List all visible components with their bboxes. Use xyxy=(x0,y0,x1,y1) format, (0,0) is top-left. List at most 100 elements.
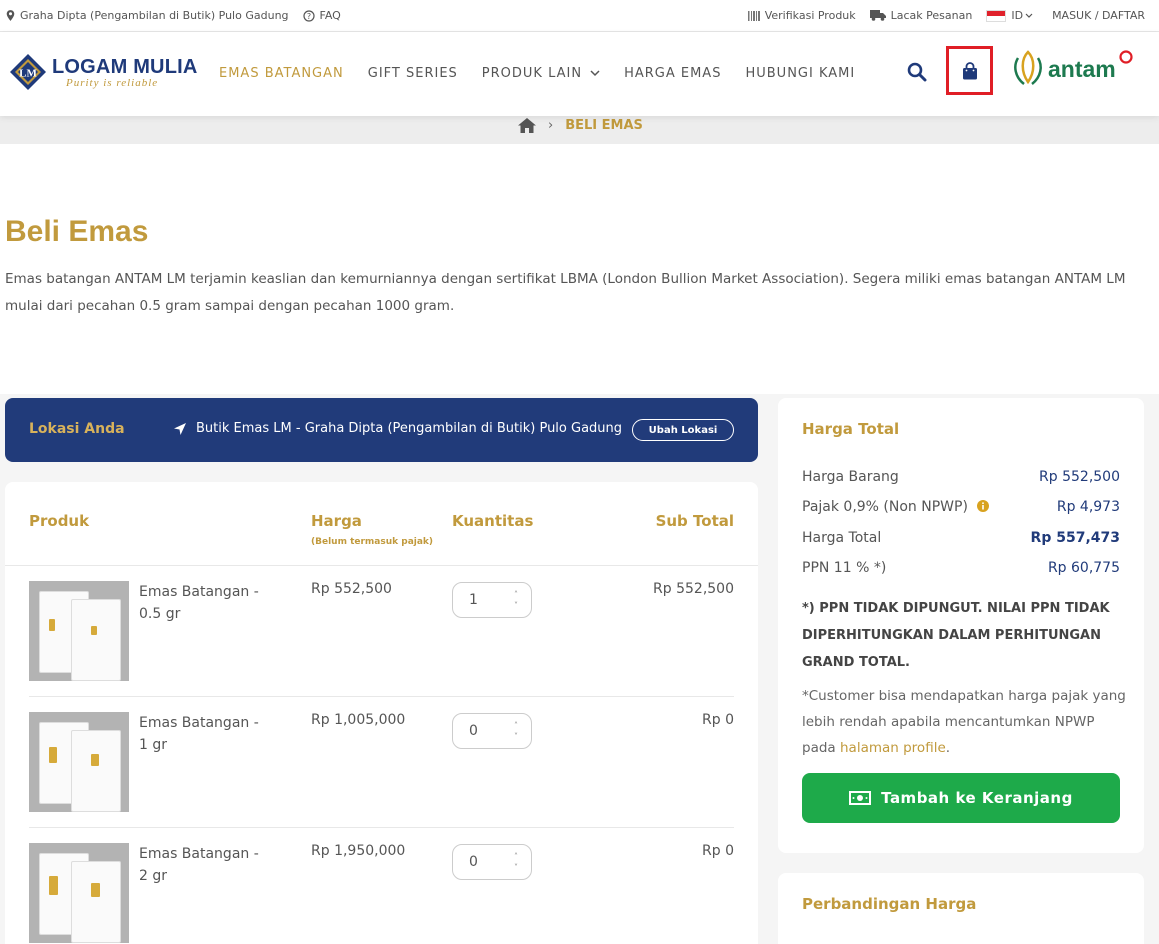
chevron-up-icon[interactable]: ˄ xyxy=(511,589,521,600)
nav-produk-lain-label: PRODUK LAIN xyxy=(481,66,583,81)
breadcrumb-current: BELI EMAS xyxy=(565,117,643,133)
nav-harga-emas[interactable]: HARGA EMAS xyxy=(624,66,721,81)
chevron-down-icon xyxy=(590,70,600,77)
product-image xyxy=(29,843,129,943)
product-price: Rp 1,005,000 xyxy=(311,712,406,728)
add-to-cart-button[interactable]: Tambah ke Keranjang xyxy=(802,773,1120,823)
product-image xyxy=(29,712,129,812)
breadcrumb-bar: › BELI EMAS xyxy=(0,116,1159,144)
lm-badge-icon: LM xyxy=(8,52,48,92)
quantity-stepper[interactable]: 1 ˄ ˅ xyxy=(452,582,532,618)
faq-label: FAQ xyxy=(319,9,341,22)
map-pin-icon xyxy=(6,10,15,21)
chevron-up-icon[interactable]: ˄ xyxy=(511,851,521,862)
top-bar: Graha Dipta (Pengambilan di Butik) Pulo … xyxy=(0,0,1159,32)
info-icon[interactable] xyxy=(977,500,990,512)
pajak-label: Pajak 0,9% (Non NPWP) xyxy=(802,499,968,515)
truck-icon xyxy=(869,10,886,21)
quantity-stepper[interactable]: 0 ˄ ˅ xyxy=(452,844,532,880)
table-row: Emas Batangan - 2 gr Rp 1,950,000 0 ˄ ˅ R… xyxy=(29,828,734,944)
summary-row-ppn: PPN 11 % *) Rp 60,775 xyxy=(802,560,1120,576)
summary-title: Harga Total xyxy=(802,420,900,438)
npwp-note: *Customer bisa mendapatkan harga pajak y… xyxy=(802,683,1132,761)
price-summary-panel: Harga Total Harga Barang Rp 552,500 Paja… xyxy=(778,398,1144,853)
col-harga-note: (Belum termasuk pajak) xyxy=(311,537,434,547)
main-header: LM LOGAM MULIA Purity is reliable EMAS B… xyxy=(0,32,1159,116)
page-title: Beli Emas xyxy=(5,215,149,248)
table-row: Emas Batangan - 1 gr Rp 1,005,000 0 ˄ ˅ R… xyxy=(29,697,734,828)
quantity-value: 1 xyxy=(469,592,478,608)
barcode-icon xyxy=(747,10,760,21)
breadcrumb-separator: › xyxy=(548,117,554,133)
summary-row-harga-total: Harga Total Rp 557,473 xyxy=(802,530,1120,546)
product-subtotal: Rp 0 xyxy=(702,843,734,859)
chevron-down-icon[interactable]: ˅ xyxy=(511,731,521,742)
search-button[interactable] xyxy=(907,62,927,86)
product-subtotal: Rp 0 xyxy=(702,712,734,728)
product-subtotal: Rp 552,500 xyxy=(653,581,734,597)
nav-produk-lain[interactable]: PRODUK LAIN xyxy=(482,66,600,81)
language-label: ID xyxy=(1011,9,1024,22)
product-name: Emas Batangan - 1 gr xyxy=(139,715,259,753)
ppn-label: PPN 11 % *) xyxy=(802,560,887,576)
cart-button[interactable] xyxy=(946,46,993,95)
product-table: Produk Harga (Belum termasuk pajak) Kuan… xyxy=(5,482,758,944)
logo-title: LOGAM MULIA xyxy=(52,55,198,78)
comparison-title: Perbandingan Harga xyxy=(802,895,977,913)
page-description: Emas batangan ANTAM LM terjamin keaslian… xyxy=(5,271,1126,314)
verifikasi-produk-link[interactable]: Verifikasi Produk xyxy=(747,9,856,22)
question-circle-icon: ? xyxy=(302,9,315,22)
col-kuantitas-header: Kuantitas xyxy=(452,512,534,530)
antam-ring-icon xyxy=(1119,50,1133,64)
location-arrow-icon xyxy=(174,422,186,435)
ubah-lokasi-button[interactable]: Ubah Lokasi xyxy=(632,419,734,441)
verifikasi-label: Verifikasi Produk xyxy=(764,9,856,22)
location-address: Butik Emas LM - Graha Dipta (Pengambilan… xyxy=(173,421,622,436)
quantity-value: 0 xyxy=(469,854,478,870)
antam-logo[interactable]: antam xyxy=(1012,50,1134,88)
logam-mulia-logo[interactable]: LM LOGAM MULIA Purity is reliable xyxy=(8,52,198,92)
harga-total-value: Rp 557,473 xyxy=(1030,530,1120,546)
money-bill-icon xyxy=(849,791,872,805)
antam-leaf-icon xyxy=(1014,50,1042,85)
lacak-pesanan-link[interactable]: Lacak Pesanan xyxy=(869,9,973,22)
nav-gift-series[interactable]: GIFT SERIES xyxy=(368,66,458,81)
chevron-down-icon[interactable]: ˅ xyxy=(511,862,521,873)
nav-emas-batangan[interactable]: EMAS BATANGAN xyxy=(219,66,344,81)
location-link[interactable]: Graha Dipta (Pengambilan di Butik) Pulo … xyxy=(6,9,289,22)
login-register-link[interactable]: MASUK / DAFTAR xyxy=(1052,9,1145,22)
antam-brand-text: antam xyxy=(1048,55,1116,82)
chevron-down-icon[interactable]: ˅ xyxy=(511,600,521,611)
home-icon[interactable] xyxy=(518,117,536,133)
product-name: Emas Batangan - 2 gr xyxy=(139,846,259,884)
logo-badge-text: LM xyxy=(19,68,37,80)
faq-link[interactable]: ? FAQ xyxy=(302,9,341,22)
nav-hubungi-kami[interactable]: HUBUNGI KAMI xyxy=(745,66,855,81)
search-icon xyxy=(907,62,927,82)
add-to-cart-label: Tambah ke Keranjang xyxy=(881,789,1073,807)
col-subtotal-header: Sub Total xyxy=(655,512,734,530)
harga-barang-value: Rp 552,500 xyxy=(1039,469,1120,485)
ppn-note: *) PPN TIDAK DIPUNGUT. NILAI PPN TIDAK D… xyxy=(802,601,1110,670)
location-panel: Lokasi Anda Butik Emas LM - Graha Dipta … xyxy=(5,398,758,462)
location-text: Graha Dipta (Pengambilan di Butik) Pulo … xyxy=(20,9,289,22)
ppn-value: Rp 60,775 xyxy=(1047,560,1120,576)
harga-total-label: Harga Total xyxy=(802,530,882,546)
chevron-down-icon xyxy=(1025,13,1033,18)
auth-label: MASUK / DAFTAR xyxy=(1052,9,1145,22)
summary-row-pajak: Pajak 0,9% (Non NPWP) Rp 4,973 xyxy=(802,499,1120,515)
col-produk-header: Produk xyxy=(29,512,90,530)
product-image xyxy=(29,581,129,681)
chevron-up-icon[interactable]: ˄ xyxy=(511,720,521,731)
product-price: Rp 552,500 xyxy=(311,581,392,597)
col-harga-header: Harga xyxy=(311,512,362,530)
table-row: Emas Batangan - 0.5 gr Rp 552,500 1 ˄ ˅ R… xyxy=(29,566,734,697)
lacak-label: Lacak Pesanan xyxy=(890,9,973,22)
harga-barang-label: Harga Barang xyxy=(802,469,899,485)
price-comparison-panel: Perbandingan Harga xyxy=(778,873,1144,944)
halaman-profile-link[interactable]: halaman profile xyxy=(840,740,946,756)
summary-row-harga-barang: Harga Barang Rp 552,500 xyxy=(802,469,1120,485)
table-header: Produk Harga (Belum termasuk pajak) Kuan… xyxy=(5,482,758,566)
language-selector[interactable]: ID xyxy=(986,9,1038,22)
quantity-stepper[interactable]: 0 ˄ ˅ xyxy=(452,713,532,749)
